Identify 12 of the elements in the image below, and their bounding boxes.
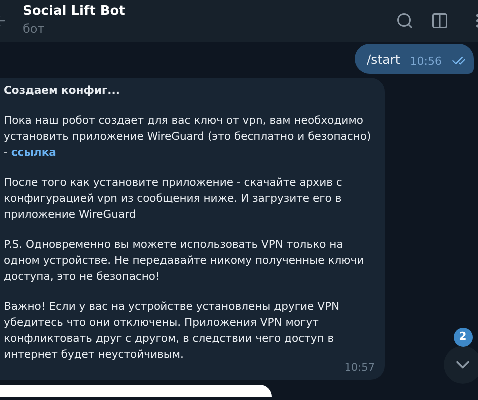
unread-badge: 2 [454, 328, 472, 347]
message-paragraph: P.S. Одновременно вы можете использовать VPN только на одном устройстве. Не передавайте никому полученные ключи доступа, это не безопасно! [4, 237, 366, 285]
message-time: 10:57 [344, 361, 375, 375]
chat-subtitle: бот [23, 21, 46, 38]
message-text: /start [366, 51, 400, 69]
message-paragraph: Пока наш робот создает для вас ключ от vpn, вам необходимо установить приложение WireGuard (это бесплатно и безопасно) - ссылка [4, 113, 372, 161]
link[interactable]: ссылка [11, 146, 56, 159]
chat-title: Social Lift Bot [23, 4, 126, 20]
message-paragraph: После того как установите приложение - скачайте архив с конфигурацией vpn из сообщения ниже. И загрузите его в приложение WireGuard [4, 175, 344, 223]
message-time: 10:56 [410, 54, 442, 69]
message-paragraph: Важно! Если у вас на устройстве установлены другие VPN убедитесь что они отключены. Приложения VPN могут конфликтовать друг с другом, в следствии чего доступ в интернет будет неустойчивым. [4, 299, 341, 363]
message-title: Создаем конфиг... [4, 83, 121, 99]
